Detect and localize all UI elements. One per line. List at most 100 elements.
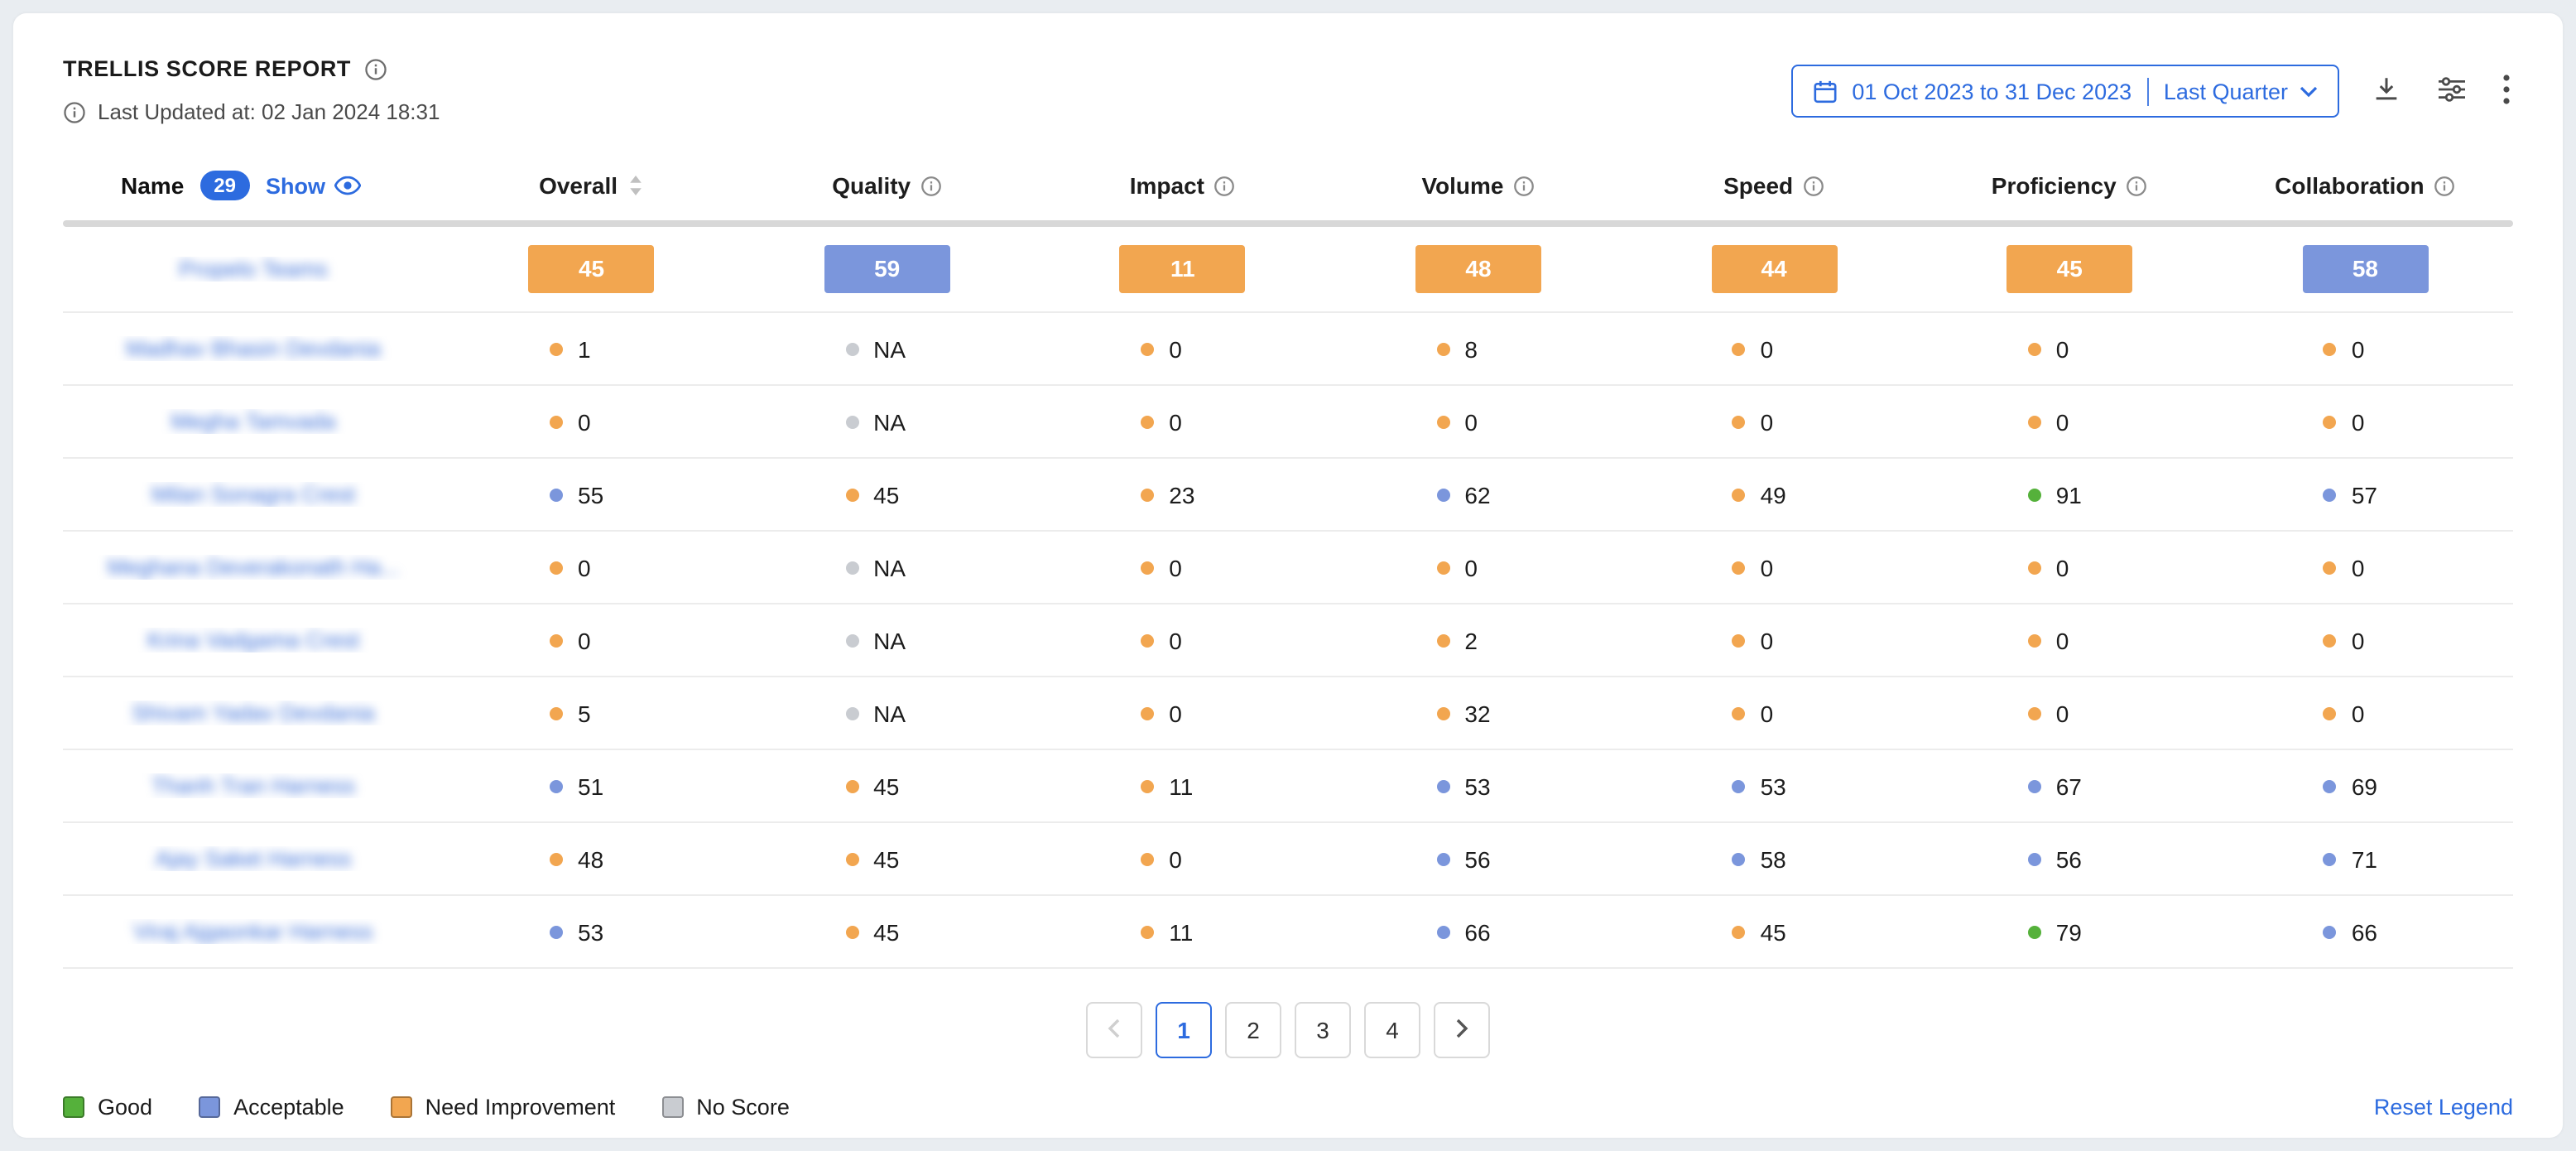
score-cell: 45	[444, 245, 739, 293]
score-cell: NA	[739, 408, 1035, 435]
score-value: 48	[578, 845, 603, 872]
legend-swatch	[63, 1096, 84, 1118]
score-cell: 71	[2218, 845, 2513, 872]
info-icon[interactable]	[920, 175, 942, 196]
reset-legend-link[interactable]: Reset Legend	[2374, 1095, 2513, 1120]
score-value: 0	[2352, 554, 2365, 580]
score-dot	[2324, 488, 2337, 501]
table-row: Shivam Yadav Devdania5NA032000	[63, 677, 2513, 750]
score-chip[interactable]: 11	[1120, 245, 1246, 293]
info-icon[interactable]	[1514, 175, 1536, 196]
score-cell: 0	[1922, 554, 2218, 580]
name-cell: Shivam Yadav Devdania	[63, 701, 444, 725]
score-cell: 0	[1035, 408, 1330, 435]
score-cell: 45	[739, 481, 1035, 508]
score-cell: 53	[444, 918, 739, 945]
page: TRELLIS SCORE REPORT Last Updated at: 02…	[0, 0, 2576, 1151]
page-button-3[interactable]: 3	[1295, 1002, 1351, 1058]
table-row: Propelo Teams 45 59 11 48 44 45 58	[63, 227, 2513, 313]
score-cell: 2	[1330, 627, 1626, 653]
legend-item-need_improvement[interactable]: Need Improvement	[391, 1095, 616, 1120]
legend-item-good[interactable]: Good	[63, 1095, 152, 1120]
name-cell: Propelo Teams	[63, 257, 444, 282]
member-count-badge: 29	[200, 171, 249, 200]
pagination: 1234	[63, 1002, 2513, 1058]
more-menu-button[interactable]	[2500, 70, 2513, 112]
download-button[interactable]	[2369, 71, 2404, 111]
score-dot	[1141, 633, 1154, 647]
info-icon[interactable]	[1803, 175, 1824, 196]
score-dot	[1436, 852, 1449, 865]
member-name-link[interactable]: Viraj Ajgaonkar Harness	[133, 919, 372, 944]
prev-page-button[interactable]	[1086, 1002, 1142, 1058]
score-value: 58	[1761, 845, 1786, 872]
page-button-1[interactable]: 1	[1156, 1002, 1212, 1058]
column-header-speed: Speed	[1627, 172, 1922, 199]
score-dot	[1733, 925, 1746, 938]
score-cell: 8	[1330, 335, 1626, 362]
score-dot	[2028, 633, 2041, 647]
sliders-icon	[2437, 75, 2467, 107]
score-cell: 66	[1330, 918, 1626, 945]
info-icon[interactable]	[2127, 175, 2148, 196]
score-value: 0	[1169, 554, 1182, 580]
score-cell: 0	[1330, 554, 1626, 580]
score-dot	[550, 779, 563, 792]
member-name-link[interactable]: Madhav Bhasin Devdania	[126, 336, 381, 361]
score-value: 32	[1464, 700, 1490, 726]
team-name-link[interactable]: Propelo Teams	[179, 257, 328, 282]
score-cell: 48	[1330, 245, 1626, 293]
score-cell: 44	[1627, 245, 1922, 293]
score-dot	[845, 488, 858, 501]
score-cell: NA	[739, 700, 1035, 726]
date-range-button[interactable]: 01 Oct 2023 to 31 Dec 2023 Last Quarter	[1790, 65, 2339, 118]
settings-button[interactable]	[2434, 72, 2470, 110]
score-dot	[845, 633, 858, 647]
score-value: 0	[1761, 408, 1774, 435]
next-page-button[interactable]	[1434, 1002, 1490, 1058]
score-cell: 23	[1035, 481, 1330, 508]
member-name-link[interactable]: Ajay Saket Harness	[155, 846, 351, 871]
score-value: NA	[873, 335, 906, 362]
title-info-icon[interactable]	[364, 57, 387, 80]
score-chip[interactable]: 48	[1415, 245, 1541, 293]
member-name-link[interactable]: Milan Sonagra Crest	[151, 482, 355, 507]
score-value: 0	[578, 627, 591, 653]
score-cell: 58	[1627, 845, 1922, 872]
score-chip[interactable]: 45	[529, 245, 655, 293]
score-cell: 67	[1922, 773, 2218, 799]
score-dot	[550, 561, 563, 574]
score-cell: 11	[1035, 918, 1330, 945]
info-icon[interactable]	[1214, 175, 1236, 196]
legend-item-no_score[interactable]: No Score	[661, 1095, 790, 1120]
page-button-4[interactable]: 4	[1364, 1002, 1420, 1058]
member-name-link[interactable]: Shivam Yadav Devdania	[132, 701, 374, 725]
name-cell: Megha Tamvada	[63, 409, 444, 434]
score-chip[interactable]: 44	[1711, 245, 1837, 293]
legend-item-acceptable[interactable]: Acceptable	[199, 1095, 344, 1120]
chevron-left-icon	[1108, 1017, 1121, 1043]
score-chip[interactable]: 58	[2302, 245, 2428, 293]
member-name-link[interactable]: Megha Tamvada	[171, 409, 335, 434]
column-header-label: Impact	[1130, 172, 1204, 199]
score-value: 51	[578, 773, 603, 799]
member-name-link[interactable]: Thanh Tran Harness	[151, 773, 355, 798]
page-button-2[interactable]: 2	[1225, 1002, 1281, 1058]
member-name-link[interactable]: Meghana Deverakonath Ha...	[108, 555, 400, 580]
topbar-actions: 01 Oct 2023 to 31 Dec 2023 Last Quarter	[1790, 65, 2513, 118]
score-chip[interactable]: 59	[824, 245, 950, 293]
score-chip[interactable]: 45	[2006, 245, 2132, 293]
info-icon[interactable]	[2434, 175, 2456, 196]
score-dot	[2324, 561, 2337, 574]
score-cell: 45	[1627, 918, 1922, 945]
score-dot	[2028, 779, 2041, 792]
score-cell: 0	[1035, 845, 1330, 872]
score-dot	[1733, 706, 1746, 720]
sort-icon[interactable]	[627, 174, 644, 197]
show-label: Show	[266, 173, 325, 198]
member-name-link[interactable]: Krina Vadgama Crest	[147, 628, 359, 653]
score-value: 66	[2352, 918, 2377, 945]
show-names-toggle[interactable]: Show	[266, 173, 360, 198]
score-cell: 56	[1922, 845, 2218, 872]
score-cell: 0	[1035, 627, 1330, 653]
